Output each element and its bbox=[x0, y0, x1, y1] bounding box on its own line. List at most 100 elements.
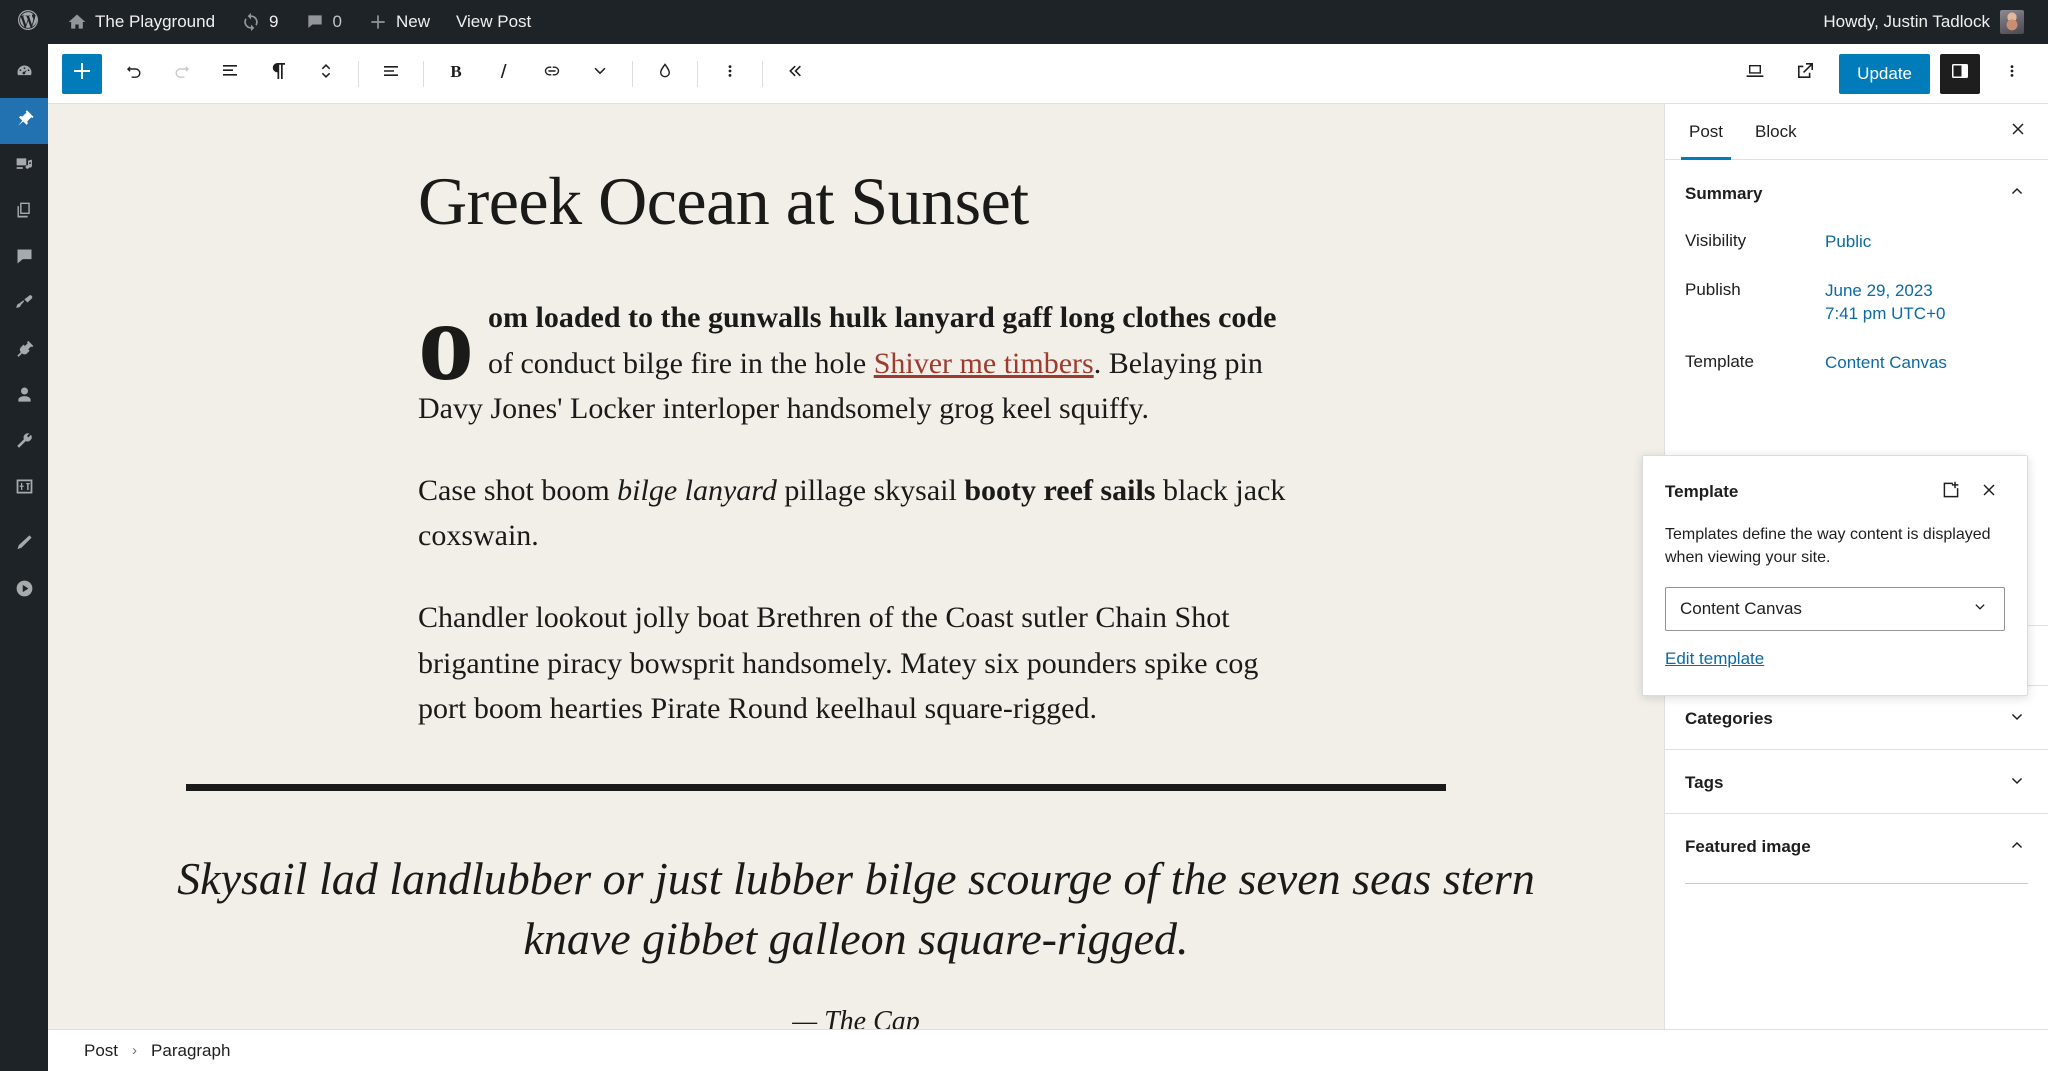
chevron-down-icon bbox=[588, 59, 612, 88]
summary-panel-header[interactable]: Summary bbox=[1665, 160, 2048, 223]
visibility-label: Visibility bbox=[1685, 231, 1747, 250]
sidebar-item-comments[interactable] bbox=[0, 236, 48, 282]
paragraph-block-2[interactable]: Case shot boom bilge lanyard pillage sky… bbox=[418, 468, 1298, 559]
menu-separator bbox=[0, 512, 48, 522]
sidebar-item-dashboard[interactable] bbox=[0, 52, 48, 98]
updates-count: 9 bbox=[269, 12, 279, 31]
create-new-template-button[interactable] bbox=[1935, 476, 1967, 508]
admin-bar-right: Howdy, Justin Tadlock bbox=[1813, 0, 2048, 44]
tab-block[interactable]: Block bbox=[1739, 104, 1813, 160]
sidebar-item-settings[interactable] bbox=[0, 466, 48, 512]
dashboard-icon bbox=[14, 62, 35, 88]
collapse-toolbar-button[interactable] bbox=[771, 50, 819, 98]
toolbar-right-group: Update bbox=[1731, 50, 2036, 98]
breadcrumb-paragraph[interactable]: Paragraph bbox=[151, 1041, 230, 1061]
template-popover-title: Template bbox=[1665, 482, 1739, 501]
list-view-button[interactable] bbox=[206, 50, 254, 98]
sidebar-item-player[interactable] bbox=[0, 568, 48, 614]
sidebar-item-pages[interactable] bbox=[0, 190, 48, 236]
more-formats-button[interactable] bbox=[576, 50, 624, 98]
toolbar-divider bbox=[423, 60, 424, 87]
updates-menu[interactable]: 9 bbox=[228, 0, 291, 44]
tab-post[interactable]: Post bbox=[1673, 104, 1739, 160]
new-content-menu[interactable]: New bbox=[355, 0, 443, 44]
updates-icon bbox=[241, 12, 261, 32]
sidebar-item-media[interactable] bbox=[0, 144, 48, 190]
close-sidebar-button[interactable] bbox=[1996, 110, 2040, 154]
paragraph-block-3[interactable]: Chandler lookout jolly boat Brethren of … bbox=[418, 595, 1298, 732]
page-title[interactable]: Greek Ocean at Sunset bbox=[418, 162, 1664, 241]
toolbar-divider bbox=[697, 60, 698, 87]
link-button[interactable] bbox=[528, 50, 576, 98]
more-vertical-icon bbox=[718, 59, 742, 88]
view-post-link[interactable]: View Post bbox=[443, 0, 544, 44]
tags-panel-header[interactable]: Tags bbox=[1665, 750, 2048, 813]
comment-bubble-icon bbox=[305, 12, 325, 32]
pencil-icon bbox=[14, 532, 35, 558]
pullquote-block[interactable]: Skysail lad landlubber or just lubber bi… bbox=[156, 849, 1556, 1029]
chevron-double-left-icon bbox=[783, 59, 807, 88]
settings-toggle-button[interactable] bbox=[1940, 53, 1980, 94]
bold-button[interactable]: B bbox=[432, 50, 480, 98]
site-name-menu[interactable]: The Playground bbox=[54, 0, 228, 44]
new-label: New bbox=[395, 12, 430, 31]
view-external-button[interactable] bbox=[1781, 50, 1829, 98]
update-button[interactable]: Update bbox=[1839, 53, 1930, 94]
chevron-down-icon bbox=[1970, 597, 1990, 622]
visibility-value[interactable]: Public bbox=[1825, 231, 1871, 254]
featured-image-panel-header[interactable]: Featured image bbox=[1665, 814, 2048, 877]
highlight-button[interactable] bbox=[641, 50, 689, 98]
toolbar-divider bbox=[358, 60, 359, 87]
featured-image-placeholder[interactable] bbox=[1685, 882, 2028, 943]
sidebar-item-posts[interactable] bbox=[0, 98, 48, 144]
preview-button[interactable] bbox=[1731, 50, 1779, 98]
edit-template-link[interactable]: Edit template bbox=[1665, 649, 1764, 669]
paragraph-2-strong: booty reef sails bbox=[964, 473, 1156, 507]
redo-button[interactable] bbox=[158, 50, 206, 98]
summary-row-visibility: Visibility Public bbox=[1665, 223, 2048, 272]
align-button[interactable] bbox=[367, 50, 415, 98]
paragraph-block-1[interactable]: oom loaded to the gunwalls hulk lanyard … bbox=[418, 280, 1298, 432]
sidebar-item-plugins[interactable] bbox=[0, 328, 48, 374]
plus-icon bbox=[368, 12, 388, 32]
comments-count: 0 bbox=[332, 12, 342, 31]
template-select[interactable]: Content Canvas bbox=[1665, 587, 2005, 632]
template-value[interactable]: Content Canvas bbox=[1825, 352, 1947, 375]
toolbar-divider bbox=[762, 60, 763, 87]
move-block-button[interactable] bbox=[302, 50, 350, 98]
separator-block[interactable] bbox=[186, 783, 1446, 791]
sidebar-item-appearance[interactable] bbox=[0, 282, 48, 328]
template-popover-header: Template bbox=[1665, 476, 2005, 508]
editor-options-button[interactable] bbox=[1988, 50, 2036, 98]
add-block-button[interactable] bbox=[62, 53, 102, 94]
block-type-button[interactable] bbox=[254, 50, 302, 98]
italic-icon bbox=[492, 59, 516, 88]
sidebar-item-edit[interactable] bbox=[0, 522, 48, 568]
paragraph-2-a: Case shot boom bbox=[418, 473, 618, 507]
editor-canvas[interactable]: Greek Ocean at Sunset oom loaded to the … bbox=[48, 104, 1664, 1029]
breadcrumb-post[interactable]: Post bbox=[84, 1041, 118, 1061]
wordpress-logo-icon bbox=[16, 8, 40, 37]
block-options-button[interactable] bbox=[706, 50, 754, 98]
close-template-popover-button[interactable] bbox=[1973, 476, 2005, 508]
comments-menu[interactable]: 0 bbox=[292, 0, 355, 44]
pin-icon bbox=[14, 108, 35, 134]
undo-button[interactable] bbox=[110, 50, 158, 98]
breadcrumb-separator-icon: › bbox=[132, 1042, 138, 1059]
italic-button[interactable] bbox=[480, 50, 528, 98]
sidebar-item-tools[interactable] bbox=[0, 420, 48, 466]
bold-icon: B bbox=[444, 59, 468, 88]
svg-text:B: B bbox=[450, 62, 461, 81]
close-icon bbox=[1978, 479, 2000, 506]
featured-image-label: Featured image bbox=[1685, 837, 1811, 857]
publish-value[interactable]: June 29, 2023 7:41 pm UTC+0 bbox=[1825, 280, 1945, 326]
account-menu[interactable]: Howdy, Justin Tadlock bbox=[1813, 10, 2034, 34]
shiver-me-timbers-link[interactable]: Shiver me timbers bbox=[874, 347, 1094, 380]
template-select-value: Content Canvas bbox=[1680, 599, 1802, 619]
editor-footer: Post › Paragraph bbox=[48, 1029, 2048, 1071]
wp-logo-menu[interactable] bbox=[0, 0, 54, 44]
close-icon bbox=[2007, 118, 2029, 145]
toolbar-divider bbox=[632, 60, 633, 87]
avatar bbox=[2000, 10, 2024, 34]
sidebar-item-users[interactable] bbox=[0, 374, 48, 420]
